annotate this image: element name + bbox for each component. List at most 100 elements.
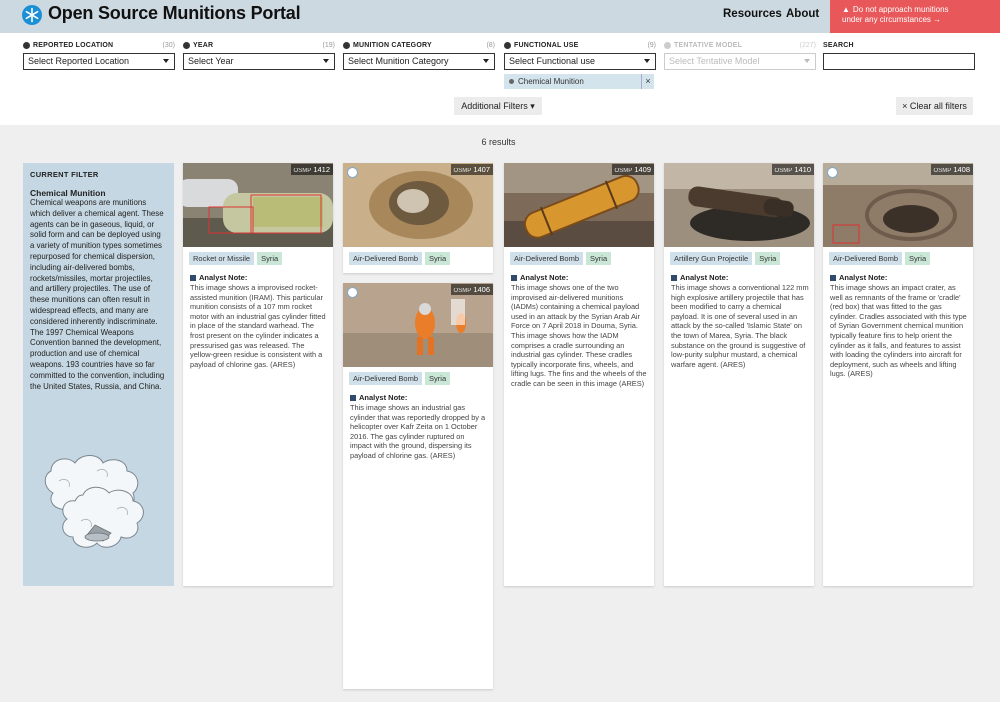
clear-all-filters-button[interactable]: × Clear all filters (896, 97, 973, 115)
filter-count: (9) (647, 42, 656, 49)
analyst-note-label: Analyst Note: (511, 273, 568, 282)
chevron-down-icon (644, 59, 650, 63)
year-select[interactable]: Select Year (183, 53, 335, 70)
filter-year: Year (19) Select Year (183, 42, 335, 70)
munition-photo[interactable]: OSMP 1406 (343, 283, 493, 367)
select-value: Select Functional use (509, 56, 596, 66)
analyst-note-text: This image shows one of the two improvis… (511, 283, 647, 388)
select-value: Select Tentative Model (669, 56, 760, 66)
gas-cloud-illustration (37, 451, 165, 571)
analyst-note-label: Analyst Note: (190, 273, 247, 282)
osmp-id-badge: OSMP 1412 (290, 164, 333, 175)
osmp-id-badge: OSMP 1406 (450, 284, 493, 295)
chevron-down-icon (804, 59, 810, 63)
chevron-down-icon (163, 59, 169, 63)
results-count: 6 results (481, 137, 516, 147)
select-value: Select Year (188, 56, 234, 66)
chevron-down-icon (483, 59, 489, 63)
filter-munition-category: Munition Category (8) Select Munition Ca… (343, 42, 495, 70)
country-tag[interactable]: Syria (755, 252, 781, 265)
info-icon[interactable] (23, 42, 30, 49)
country-tag[interactable]: Syria (425, 372, 451, 385)
nav-resources-link[interactable]: Resources (723, 8, 782, 20)
munition-photo[interactable]: OSMP 1409 (504, 163, 654, 247)
safety-warning-banner[interactable]: ▲ Do not approach munitions under any cir… (830, 0, 1000, 33)
country-tag[interactable]: Syria (257, 252, 283, 265)
photo-badge-icon (347, 287, 358, 298)
info-icon[interactable] (504, 42, 511, 49)
country-tag[interactable]: Syria (425, 252, 451, 265)
analyst-note-text: This image shows an industrial gas cylin… (350, 403, 486, 460)
note-icon (511, 274, 517, 281)
reported-location-select[interactable]: Select Reported Location (23, 53, 175, 70)
munition-type-tag[interactable]: Artillery Gun Projectile (670, 252, 753, 265)
note-icon (190, 274, 196, 281)
filter-label: Reported Location (33, 42, 114, 49)
note-icon (350, 394, 356, 401)
munition-type-tag[interactable]: Rocket or Missile (189, 252, 255, 265)
munition-card[interactable]: OSMP 1407 Air-Delivered Bomb Syria (343, 163, 493, 273)
search-input[interactable] (823, 53, 975, 70)
munition-type-tag[interactable]: Air-Delivered Bomb (349, 372, 423, 385)
functional-use-select[interactable]: Select Functional use (504, 53, 656, 70)
chevron-down-icon (323, 59, 329, 63)
osmp-id-badge: OSMP 1409 (611, 164, 654, 175)
site-title[interactable]: Open Source Munitions Portal (48, 3, 301, 24)
munition-type-tag[interactable]: Air-Delivered Bomb (829, 252, 903, 265)
munition-card[interactable]: OSMP 1412 Rocket or Missile Syria Analys… (183, 163, 333, 586)
analyst-note-text: This image shows a improvised rocket-ass… (190, 283, 326, 369)
chip-label: Chemical Munition (518, 77, 584, 86)
munition-category-select[interactable]: Select Munition Category (343, 53, 495, 70)
munition-photo[interactable]: OSMP 1408 (823, 163, 973, 247)
munition-type-tag[interactable]: Air-Delivered Bomb (349, 252, 423, 265)
info-icon (664, 42, 671, 49)
warning-line-2: under any circumstances → (842, 15, 942, 24)
snowflake-icon[interactable] (22, 5, 42, 25)
card-tags: Artillery Gun Projectile Syria (670, 252, 781, 265)
info-icon[interactable] (183, 42, 190, 49)
tentative-model-select: Select Tentative Model (664, 53, 816, 70)
country-tag[interactable]: Syria (586, 252, 612, 265)
note-icon (830, 274, 836, 281)
card-tags: Air-Delivered Bomb Syria (349, 252, 451, 265)
active-filter-chip: Chemical Munition × (504, 74, 654, 89)
additional-filters-button[interactable]: Additional Filters ▾ (454, 97, 542, 115)
filter-label: Munition Category (353, 42, 432, 49)
filter-count: (30) (162, 42, 175, 49)
info-icon[interactable] (343, 42, 350, 49)
munition-card[interactable]: OSMP 1408 Air-Delivered Bomb Syria Analy… (823, 163, 973, 586)
analyst-note-text: This image shows an impact crater, as we… (830, 283, 967, 379)
munition-card[interactable]: OSMP 1406 Air-Delivered Bomb Syria Analy… (343, 283, 493, 689)
analyst-note-label: Analyst Note: (830, 273, 887, 282)
munition-card[interactable]: OSMP 1409 Air-Delivered Bomb Syria Analy… (504, 163, 654, 586)
filter-tentative-model: Tentative Model (227) Select Tentative M… (664, 42, 816, 70)
osmp-id-badge: OSMP 1407 (450, 164, 493, 175)
osmp-id-badge: OSMP 1410 (771, 164, 814, 175)
filter-label: Tentative Model (674, 42, 743, 49)
filter-count: (227) (799, 42, 816, 49)
analyst-note-label: Analyst Note: (350, 393, 407, 402)
munition-card[interactable]: OSMP 1410 Artillery Gun Projectile Syria… (664, 163, 814, 586)
filter-label: Search (823, 42, 854, 49)
warning-icon: ▲ (842, 5, 850, 14)
munition-photo[interactable]: OSMP 1407 (343, 163, 493, 247)
munition-type-tag[interactable]: Air-Delivered Bomb (510, 252, 584, 265)
filter-label: Functional Use (514, 42, 579, 49)
filter-bar: Reported Location (30) Select Reported L… (0, 33, 1000, 125)
current-filter-description: Chemical weapons are munitions which del… (30, 198, 165, 391)
card-tags: Air-Delivered Bomb Syria (829, 252, 931, 265)
filter-count: (19) (322, 42, 335, 49)
country-tag[interactable]: Syria (905, 252, 931, 265)
close-icon[interactable]: × (641, 74, 654, 89)
nav-about-link[interactable]: About (786, 8, 819, 20)
filter-count: (8) (486, 42, 495, 49)
filter-reported-location: Reported Location (30) Select Reported L… (23, 42, 175, 70)
analyst-note-text: This image shows a conventional 122 mm h… (671, 283, 809, 369)
top-header: Open Source Munitions Portal Resources A… (0, 0, 1000, 33)
note-icon (671, 274, 677, 281)
chip-dot-icon (509, 79, 514, 85)
card-tags: Air-Delivered Bomb Syria (349, 372, 451, 385)
munition-photo[interactable]: OSMP 1412 (183, 163, 333, 247)
munition-photo[interactable]: OSMP 1410 (664, 163, 814, 247)
current-filter-panel: CURRENT FILTER Chemical Munition Chemica… (23, 163, 174, 586)
